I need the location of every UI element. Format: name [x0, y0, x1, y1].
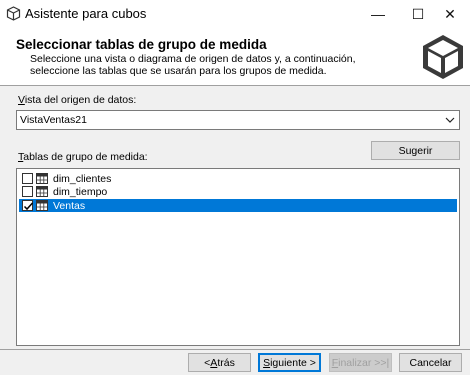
window-title: Asistente para cubos [25, 6, 147, 21]
checkbox[interactable] [22, 173, 33, 184]
list-item[interactable]: Ventas [19, 199, 457, 212]
suggest-button[interactable]: Su g erir [371, 141, 460, 160]
footer-divider [0, 349, 470, 350]
datasource-view-select[interactable]: VistaVentas21 [16, 110, 460, 130]
title-bar: Asistente para cubos — ☐ ✕ [0, 0, 470, 28]
checkmark-icon [23, 202, 34, 211]
page-title: Seleccionar tablas de grupo de medida [16, 37, 267, 52]
datasource-label: Vista del origen de datos: [18, 94, 137, 106]
minimize-button[interactable]: — [358, 0, 398, 28]
next-button[interactable]: Siguiente > [258, 353, 321, 372]
checkbox[interactable] [22, 200, 34, 211]
cube-wizard-icon [423, 35, 463, 79]
datasource-view-value: VistaVentas21 [20, 114, 87, 126]
table-icon [36, 186, 48, 197]
cube-app-icon [6, 6, 21, 21]
table-name: dim_clientes [53, 172, 112, 185]
wizard-header: Seleccionar tablas de grupo de medida Se… [0, 28, 470, 86]
page-description: Seleccione una vista o diagrama de orige… [30, 53, 356, 77]
table-name: Ventas [53, 199, 86, 212]
chevron-down-icon [445, 117, 455, 123]
table-icon [36, 173, 48, 184]
list-item[interactable]: dim_clientes [19, 172, 457, 185]
list-item[interactable]: dim_tiempo [19, 185, 457, 198]
table-name: dim_tiempo [53, 185, 108, 198]
back-button[interactable]: < Atrás [188, 353, 251, 372]
checkbox[interactable] [22, 186, 33, 197]
tables-label: Tablas de grupo de medida: [18, 151, 148, 163]
measure-group-tables-list[interactable]: dim_clientes dim_tiempo Ventas [16, 168, 460, 346]
table-icon [36, 200, 48, 211]
cancel-button[interactable]: Cancelar [399, 353, 462, 372]
finish-button[interactable]: Finalizar >>| [329, 353, 392, 372]
close-button[interactable]: ✕ [430, 0, 470, 28]
